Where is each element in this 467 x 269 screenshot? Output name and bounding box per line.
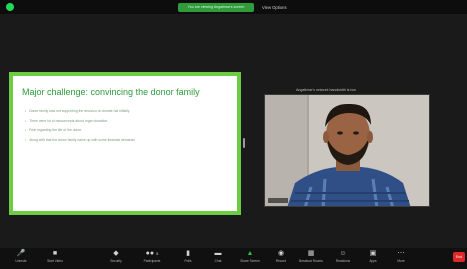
- top-bar: You are viewing Angatimar's screen View …: [0, 0, 467, 14]
- slide-bullet: Along with that the donor family came up…: [25, 136, 135, 146]
- apps-button[interactable]: ▣ Apps: [360, 249, 386, 269]
- toolbar-label: Start Video: [47, 259, 63, 263]
- slide-title: Major challenge: convincing the donor fa…: [22, 87, 200, 97]
- share-screen-icon: ▲: [246, 250, 254, 257]
- participant-name-tag: [268, 198, 288, 203]
- unmute-button[interactable]: 🎤 Unmute: [8, 249, 34, 269]
- chat-button[interactable]: ▬ Chat: [205, 249, 231, 269]
- polls-button[interactable]: ▮ Polls: [175, 249, 201, 269]
- share-screen-button[interactable]: ▲ Share Screen: [237, 249, 263, 269]
- toolbar-label: Unmute: [15, 259, 27, 263]
- participants-icon: ●● 5: [145, 250, 159, 257]
- breakout-rooms-icon: ▦: [307, 250, 315, 257]
- toolbar-label: Record: [275, 259, 287, 263]
- start-video-button[interactable]: ■ Start Video: [42, 249, 68, 269]
- record-button[interactable]: ◉ Record: [268, 249, 294, 269]
- video-camera-off-icon: ■: [52, 250, 58, 257]
- participant-video-image: [265, 95, 429, 206]
- slide-bullet: Fear regarding the life of the donor: [25, 126, 135, 136]
- slide-bullet: Donor family was not supporting the deci…: [25, 107, 135, 117]
- toolbar-label: Participants: [143, 259, 161, 263]
- toolbar-label: Share Screen: [240, 259, 260, 263]
- reactions-button[interactable]: ☺ Reactions: [330, 249, 356, 269]
- more-icon: ⋯: [397, 250, 405, 257]
- toolbar-label: Chat: [214, 259, 222, 263]
- chat-icon: ▬: [214, 250, 222, 257]
- microphone-muted-icon: 🎤: [16, 250, 26, 257]
- meeting-stage: Major challenge: convincing the donor fa…: [0, 14, 467, 248]
- polls-icon: ▮: [186, 250, 190, 257]
- record-icon: ◉: [277, 250, 285, 257]
- toolbar-label: Security: [110, 259, 122, 263]
- toolbar-label: Polls: [184, 259, 192, 263]
- security-button[interactable]: ◆ Security: [103, 249, 129, 269]
- network-warning-label: Angatimar's network bandwidth is low: [296, 88, 356, 92]
- toolbar-label: Reactions: [335, 259, 351, 263]
- end-meeting-button[interactable]: End: [453, 252, 465, 262]
- toolbar-label: Apps: [369, 259, 377, 263]
- breakout-rooms-button[interactable]: ▦ Breakout Rooms: [298, 249, 324, 269]
- toolbar-label: Breakout Rooms: [299, 259, 323, 263]
- split-view-divider-handle[interactable]: [243, 138, 245, 148]
- apps-icon: ▣: [369, 250, 377, 257]
- participants-button[interactable]: ●● 5 Participants: [139, 249, 165, 269]
- shield-icon: ◆: [113, 250, 119, 257]
- meeting-toolbar: 🎤 Unmute ■ Start Video ◆ Security ●● 5 P…: [0, 248, 467, 269]
- toolbar-label: More: [397, 259, 405, 263]
- slide-bullet-list: Donor family was not supporting the deci…: [25, 107, 135, 145]
- participant-video-tile[interactable]: [264, 94, 430, 207]
- shared-slide: Major challenge: convincing the donor fa…: [9, 72, 241, 215]
- slide-bullet: There were lot of misconcepts about orga…: [25, 117, 135, 127]
- view-options-button[interactable]: View Options: [262, 3, 287, 12]
- participants-count: 5: [156, 251, 159, 256]
- encryption-shield-icon[interactable]: [6, 3, 14, 11]
- more-button[interactable]: ⋯ More: [388, 249, 414, 269]
- reactions-icon: ☺: [339, 250, 347, 257]
- screen-share-banner: You are viewing Angatimar's screen: [178, 3, 254, 12]
